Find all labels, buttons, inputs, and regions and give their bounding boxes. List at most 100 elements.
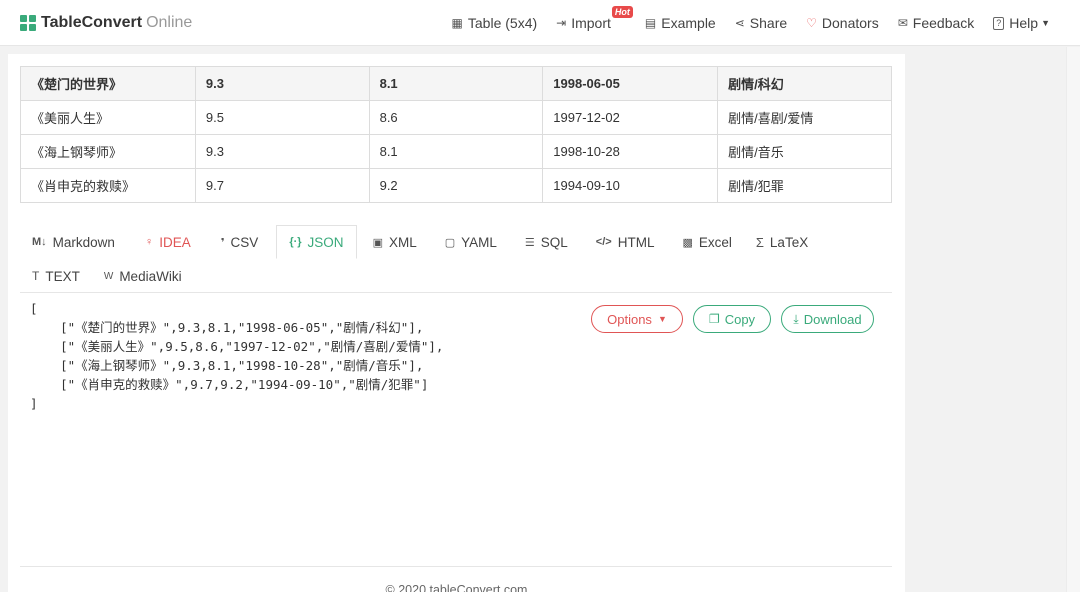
nav-item-feedback[interactable]: ✉ Feedback: [898, 15, 975, 31]
tab-text[interactable]: T TEXT: [20, 259, 92, 293]
nav-item-label: Import: [571, 15, 611, 31]
caret-down-icon: ▼: [657, 314, 667, 324]
table-cell[interactable]: 9.3: [194, 134, 370, 169]
tab-csv[interactable]: ❜ CSV: [209, 225, 271, 259]
lightbulb-icon: ♀: [144, 236, 154, 248]
options-button[interactable]: Options ▼: [591, 305, 683, 333]
table-row: 《肖申克的救赎》 9.7 9.2 1994-09-10 剧情/犯罪: [20, 168, 892, 203]
tab-xml[interactable]: ▣ XML: [361, 225, 429, 259]
tab-label: TEXT: [45, 268, 80, 284]
tab-excel[interactable]: ▩ Excel: [670, 225, 743, 259]
footer-divider: [20, 566, 892, 567]
excel-icon: ▩: [682, 236, 693, 249]
table-cell[interactable]: 9.5: [194, 100, 370, 135]
table-row: 《海上钢琴师》 9.3 8.1 1998-10-28 剧情/音乐: [20, 134, 892, 169]
tab-html[interactable]: </> HTML: [584, 225, 667, 259]
table-cell[interactable]: 剧情/音乐: [717, 134, 892, 169]
table-cell[interactable]: 剧情/喜剧/爱情: [717, 100, 892, 135]
tab-row: T TEXT W MediaWiki: [20, 259, 892, 293]
tab-divider: [20, 292, 892, 293]
tab-label: Excel: [698, 234, 732, 250]
table-row: 《楚门的世界》 9.3 8.1 1998-06-05 剧情/科幻: [20, 66, 892, 101]
tab-idea[interactable]: ♀ IDEA: [133, 225, 203, 259]
table-cell[interactable]: 8.1: [368, 66, 544, 101]
grid-logo-icon: [20, 15, 36, 31]
table-cell[interactable]: 《楚门的世界》: [20, 66, 196, 101]
tab-label: XML: [388, 234, 417, 250]
table-cell[interactable]: 9.2: [368, 168, 544, 203]
nav-item-donators[interactable]: ♡ Donators: [806, 15, 879, 31]
brand-logo[interactable]: TableConvert Online: [20, 12, 192, 34]
tab-label: LaTeX: [769, 234, 809, 250]
footer-copyright: © 2020 tableConvert.com: [385, 583, 528, 592]
navbar: TableConvert Online ▦ Table (5x4) ⇥ Impo…: [0, 0, 1080, 46]
database-icon: ☰: [524, 236, 535, 249]
nav-item-share[interactable]: ⋖ Share: [735, 15, 787, 31]
table-cell[interactable]: 《美丽人生》: [20, 100, 196, 135]
copy-button[interactable]: ❐ Copy: [693, 305, 771, 333]
table-cell[interactable]: 剧情/科幻: [717, 66, 892, 101]
json-output[interactable]: [ ["《楚门的世界》",9.3,8.1,"1998-06-05","剧情/科幻…: [30, 299, 443, 413]
nav-item-import[interactable]: ⇥ Import Hot: [556, 6, 633, 31]
json-icon: {·}: [289, 236, 302, 248]
tab-label: MediaWiki: [119, 268, 182, 284]
tab-yaml[interactable]: ▢ YAML: [433, 225, 509, 259]
nav-item-table[interactable]: ▦ Table (5x4): [452, 15, 538, 31]
tab-latex[interactable]: Σ LaTeX: [744, 225, 820, 259]
text-icon: T: [32, 269, 40, 283]
tab-label: Markdown: [52, 234, 115, 250]
table-cell[interactable]: 1994-09-10: [542, 168, 719, 203]
tab-sql[interactable]: ☰ SQL: [513, 225, 580, 259]
share-icon: ⋖: [734, 16, 745, 30]
table-cell[interactable]: 8.1: [368, 134, 544, 169]
tab-mediawiki[interactable]: W MediaWiki: [92, 259, 194, 293]
help-icon: ?: [993, 16, 1005, 30]
scrollbar[interactable]: [1066, 47, 1080, 592]
table-cell[interactable]: 8.6: [368, 100, 544, 135]
nav-item-label: Table (5x4): [467, 15, 538, 31]
table-cell[interactable]: 1997-12-02: [542, 100, 719, 135]
tab-row: M↓ Markdown ♀ IDEA ❜ CSV {·} JSON ▣ XML …: [20, 225, 892, 259]
table-cell[interactable]: 9.7: [194, 168, 370, 203]
download-button[interactable]: ⤓ Download: [781, 305, 874, 333]
caret-down-icon: ▼: [1041, 18, 1050, 28]
brand-name: TableConvert: [41, 14, 143, 31]
right-sidebar: [905, 47, 1080, 592]
nav-item-label: Feedback: [912, 15, 975, 31]
sigma-icon: Σ: [755, 234, 764, 250]
brand-suffix: Online: [146, 14, 193, 31]
nav-item-label: Help: [1009, 15, 1039, 31]
table-cell[interactable]: 《肖申克的救赎》: [20, 168, 196, 203]
table-row: 《美丽人生》 9.5 8.6 1997-12-02 剧情/喜剧/爱情: [20, 100, 892, 135]
tab-markdown[interactable]: M↓ Markdown: [20, 225, 127, 259]
table-cell[interactable]: 《海上钢琴师》: [20, 134, 196, 169]
format-tabs: M↓ Markdown ♀ IDEA ❜ CSV {·} JSON ▣ XML …: [20, 225, 892, 293]
table-cell[interactable]: 剧情/犯罪: [717, 168, 892, 203]
table-cell[interactable]: 1998-10-28: [542, 134, 719, 169]
xml-icon: ▣: [372, 236, 383, 249]
nav-item-example[interactable]: ▤ Example: [645, 15, 716, 31]
wiki-icon: W: [103, 270, 114, 282]
example-icon: ▤: [644, 16, 657, 30]
yaml-icon: ▢: [444, 236, 456, 249]
data-table: 《楚门的世界》 9.3 8.1 1998-06-05 剧情/科幻 《美丽人生》 …: [20, 66, 892, 203]
table-cell[interactable]: 9.3: [194, 66, 370, 101]
markdown-icon: M↓: [32, 236, 47, 248]
code-icon: </>: [595, 236, 612, 248]
import-icon: ⇥: [556, 16, 567, 30]
heart-icon: ♡: [806, 16, 817, 30]
tab-label: CSV: [230, 234, 259, 250]
nav-item-help[interactable]: ? Help ▼: [993, 15, 1050, 31]
nav-item-label: Example: [661, 15, 716, 31]
download-label: Download: [803, 311, 862, 327]
table-cell[interactable]: 1998-06-05: [542, 66, 719, 101]
nav-item-label: Donators: [821, 15, 879, 31]
nav-menu: ▦ Table (5x4) ⇥ Import Hot ▤ Example ⋖ S…: [433, 0, 1050, 46]
tab-label: HTML: [617, 234, 655, 250]
options-label: Options: [607, 311, 652, 327]
copy-label: Copy: [724, 311, 756, 327]
main-content: 《楚门的世界》 9.3 8.1 1998-06-05 剧情/科幻 《美丽人生》 …: [8, 54, 905, 592]
tab-json[interactable]: {·} JSON: [276, 225, 357, 259]
tab-label: IDEA: [159, 234, 191, 250]
mail-icon: ✉: [897, 16, 908, 30]
